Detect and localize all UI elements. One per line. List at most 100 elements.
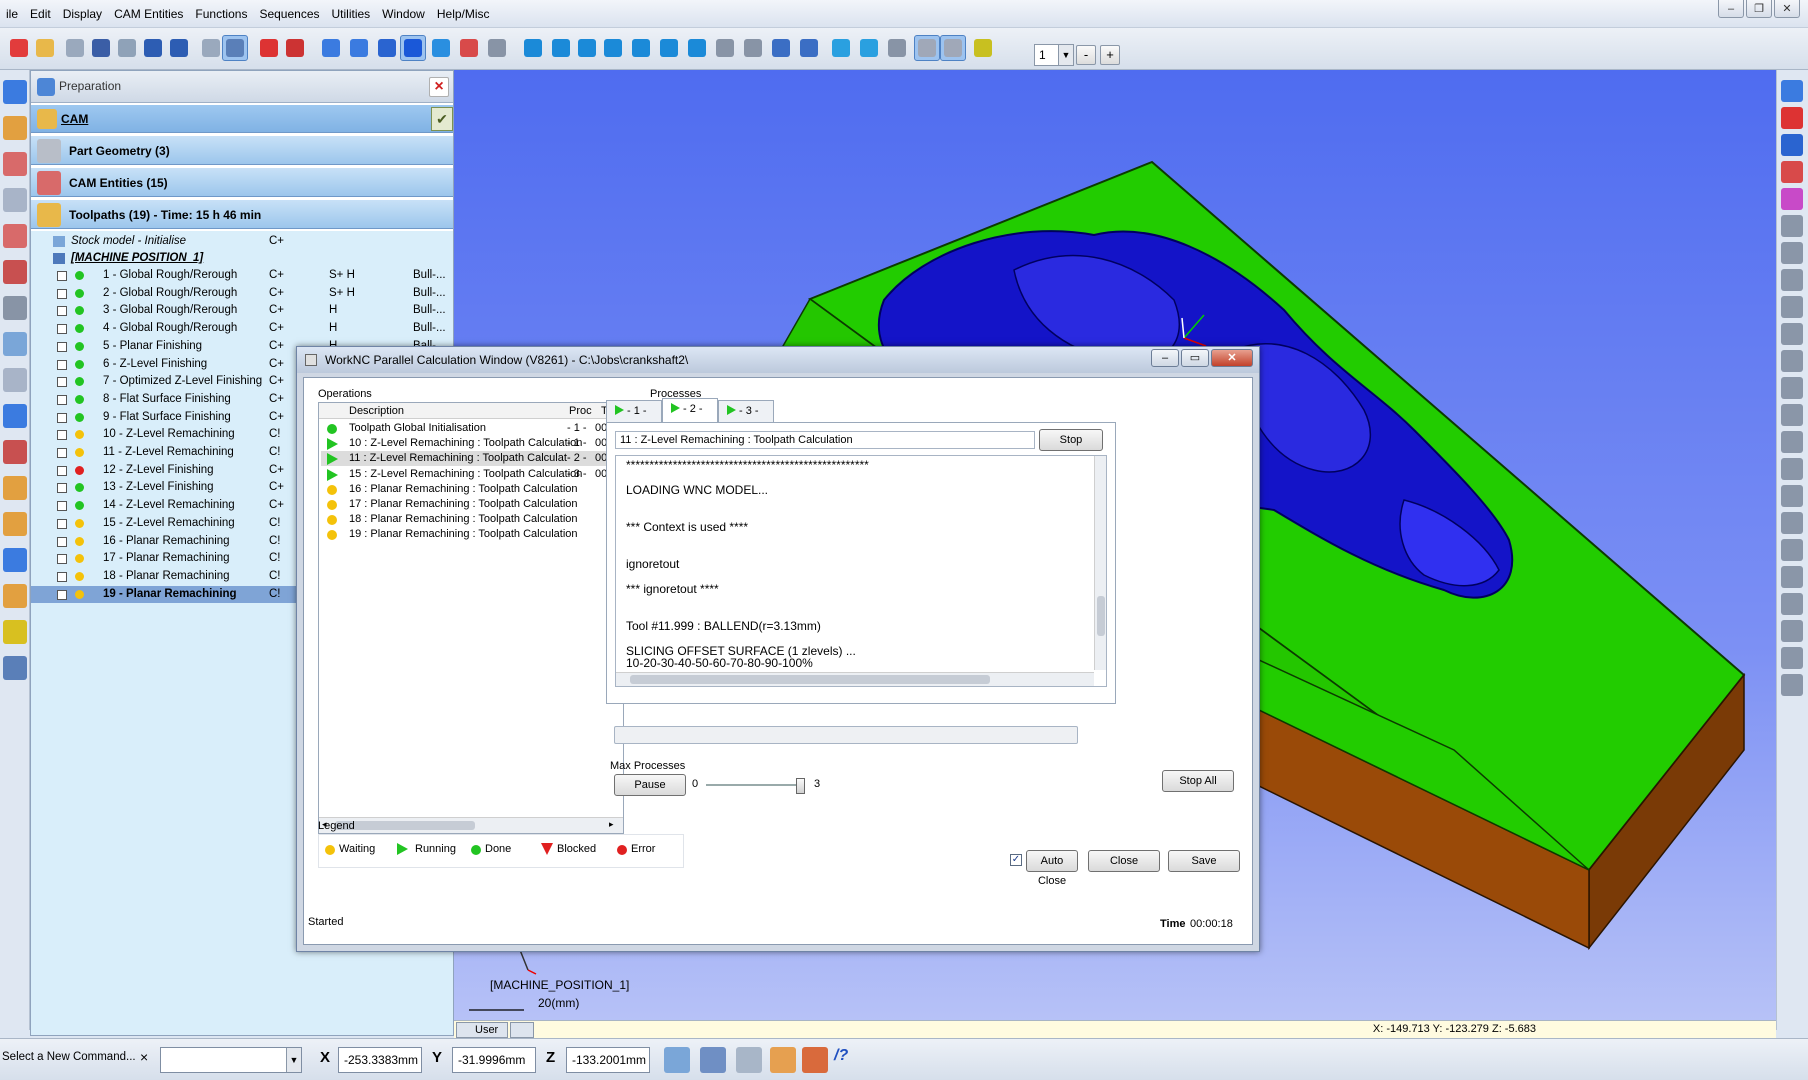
operation-row[interactable]: 18 : Planar Remachining : Toolpath Calcu… xyxy=(321,512,611,527)
cube-red-icon[interactable] xyxy=(1781,107,1803,129)
zoom-plus-button[interactable]: + xyxy=(1100,45,1120,65)
spiral2-icon[interactable] xyxy=(1781,539,1803,561)
layer-icon[interactable] xyxy=(3,476,27,500)
toolpath-row[interactable]: 4 - Global Rough/Rerough C+ H Bull-... xyxy=(31,320,453,337)
operation-row[interactable]: 17 : Planar Remachining : Toolpath Calcu… xyxy=(321,497,611,512)
view-iso-icon[interactable] xyxy=(318,35,344,61)
plunge-icon[interactable] xyxy=(1781,323,1803,345)
log-vscrollbar[interactable] xyxy=(1094,456,1106,670)
zoom-dropdown-icon[interactable]: ▼ xyxy=(1058,45,1073,65)
toolpath-checkbox[interactable] xyxy=(57,501,67,512)
curve-icon[interactable] xyxy=(3,152,27,176)
toolpath-checkbox[interactable] xyxy=(57,518,67,529)
scroll-right-icon[interactable]: ▸ xyxy=(609,819,614,830)
fit-icon[interactable] xyxy=(940,35,966,61)
view-right-icon[interactable] xyxy=(600,35,626,61)
eraser-icon[interactable] xyxy=(1781,215,1803,237)
checkmark-icon[interactable]: ✔ xyxy=(431,107,453,131)
edge-icon[interactable] xyxy=(1781,350,1803,372)
line-icon[interactable] xyxy=(1781,458,1803,480)
toolpath-checkbox[interactable] xyxy=(57,465,67,476)
part-icon[interactable] xyxy=(1781,269,1803,291)
menu-display[interactable]: Display xyxy=(57,0,108,28)
import-icon[interactable] xyxy=(62,35,88,61)
operation-row[interactable]: 10 : Z-Level Remachining : Toolpath Calc… xyxy=(321,436,611,451)
rotate-icon[interactable] xyxy=(856,35,882,61)
tool-icon[interactable] xyxy=(770,1047,796,1073)
axis-icon[interactable] xyxy=(256,35,282,61)
toolpath-checkbox[interactable] xyxy=(57,483,67,494)
redo-icon[interactable] xyxy=(166,35,192,61)
stop-button[interactable]: Stop xyxy=(1039,429,1103,451)
menu-window[interactable]: Window xyxy=(376,0,431,28)
magnet-icon[interactable] xyxy=(1781,674,1803,696)
pan-icon[interactable] xyxy=(828,35,854,61)
zoom-icon[interactable] xyxy=(796,35,822,61)
cube-yellow-icon[interactable] xyxy=(1781,188,1803,210)
spiral-icon[interactable] xyxy=(1781,512,1803,534)
log-scroll-thumb[interactable] xyxy=(1097,596,1105,636)
toolpath-checkbox[interactable] xyxy=(57,394,67,405)
panel-toggle-icon[interactable] xyxy=(222,35,248,61)
pick-point-icon[interactable] xyxy=(664,1047,690,1073)
section-cam-entities[interactable]: CAM Entities (15) xyxy=(31,167,453,197)
cube-multi-icon[interactable] xyxy=(1781,161,1803,183)
log-hscrollbar[interactable] xyxy=(616,672,1094,686)
view-top-icon[interactable] xyxy=(628,35,654,61)
menu-cam-entities[interactable]: CAM Entities xyxy=(108,0,189,28)
operation-row[interactable]: 16 : Planar Remachining : Toolpath Calcu… xyxy=(321,482,611,497)
surface-icon[interactable] xyxy=(3,332,27,356)
report-icon[interactable] xyxy=(3,548,27,572)
menu-ile[interactable]: ile xyxy=(0,0,24,28)
slider-thumb[interactable] xyxy=(796,778,805,794)
zoom-all-icon[interactable] xyxy=(914,35,940,61)
menu-functions[interactable]: Functions xyxy=(189,0,253,28)
toolpath-checkbox[interactable] xyxy=(57,288,67,299)
hook2-icon[interactable] xyxy=(1781,431,1803,453)
toolpath-row[interactable]: 3 - Global Rough/Rerough C+ H Bull-... xyxy=(31,302,453,319)
screen-icon[interactable] xyxy=(484,35,510,61)
close-button[interactable]: ✕ xyxy=(1774,0,1800,18)
toolpath-checkbox[interactable] xyxy=(57,306,67,317)
stock-model-row[interactable]: Stock model - Initialise C+ xyxy=(31,233,453,250)
pause-button[interactable]: Pause xyxy=(614,774,686,796)
tab-process-1[interactable]: - 1 - xyxy=(606,400,662,422)
zoom-window-icon[interactable] xyxy=(768,35,794,61)
mill-icon[interactable] xyxy=(3,440,27,464)
cone-icon[interactable] xyxy=(3,260,27,284)
toolpath-checkbox[interactable] xyxy=(57,341,67,352)
wizard-icon[interactable] xyxy=(3,512,27,536)
x-coordinate-field[interactable]: -253.3383mm xyxy=(338,1047,422,1073)
toolpath-checkbox[interactable] xyxy=(57,271,67,281)
scroll-thumb[interactable] xyxy=(335,821,475,830)
toolpath-row[interactable]: 1 - Global Rough/Rerough C+ S+ H Bull-... xyxy=(31,267,453,284)
toolpath-row[interactable]: 2 - Global Rough/Rerough C+ S+ H Bull-... xyxy=(31,285,453,302)
toolpath-checkbox[interactable] xyxy=(57,412,67,423)
view-bottom-icon[interactable] xyxy=(656,35,682,61)
lightning-icon[interactable] xyxy=(3,620,27,644)
tree-icon[interactable] xyxy=(1781,377,1803,399)
dialog-close-button[interactable]: ✕ xyxy=(1211,349,1253,367)
target-icon[interactable] xyxy=(884,35,910,61)
view-shaded-icon[interactable] xyxy=(400,35,426,61)
view-left-icon[interactable] xyxy=(574,35,600,61)
view-custom-icon[interactable] xyxy=(684,35,710,61)
print-icon[interactable] xyxy=(114,35,140,61)
z-coordinate-field[interactable]: -133.2001mm xyxy=(566,1047,650,1073)
undo-icon[interactable] xyxy=(140,35,166,61)
new-file-icon[interactable] xyxy=(6,35,32,61)
max-processes-slider[interactable] xyxy=(706,784,802,786)
menu-utilities[interactable]: Utilities xyxy=(326,0,377,28)
operation-row[interactable]: 19 : Planar Remachining : Toolpath Calcu… xyxy=(321,527,611,542)
view-front-icon[interactable] xyxy=(520,35,546,61)
cam-header[interactable]: CAM ✔ xyxy=(31,105,453,133)
view-cube-icon[interactable] xyxy=(346,35,372,61)
dialog-maximize-button[interactable]: ▭ xyxy=(1181,349,1209,367)
cube-blue-icon[interactable] xyxy=(1781,134,1803,156)
spiral3-icon[interactable] xyxy=(1781,566,1803,588)
log-hscroll-thumb[interactable] xyxy=(630,675,990,684)
command-input[interactable] xyxy=(160,1047,302,1073)
operation-row[interactable]: Toolpath Global Initialisation- 1 -00:0 xyxy=(321,421,611,436)
auto-close-label[interactable]: Auto Close xyxy=(1026,850,1078,887)
menu-sequences[interactable]: Sequences xyxy=(253,0,325,28)
